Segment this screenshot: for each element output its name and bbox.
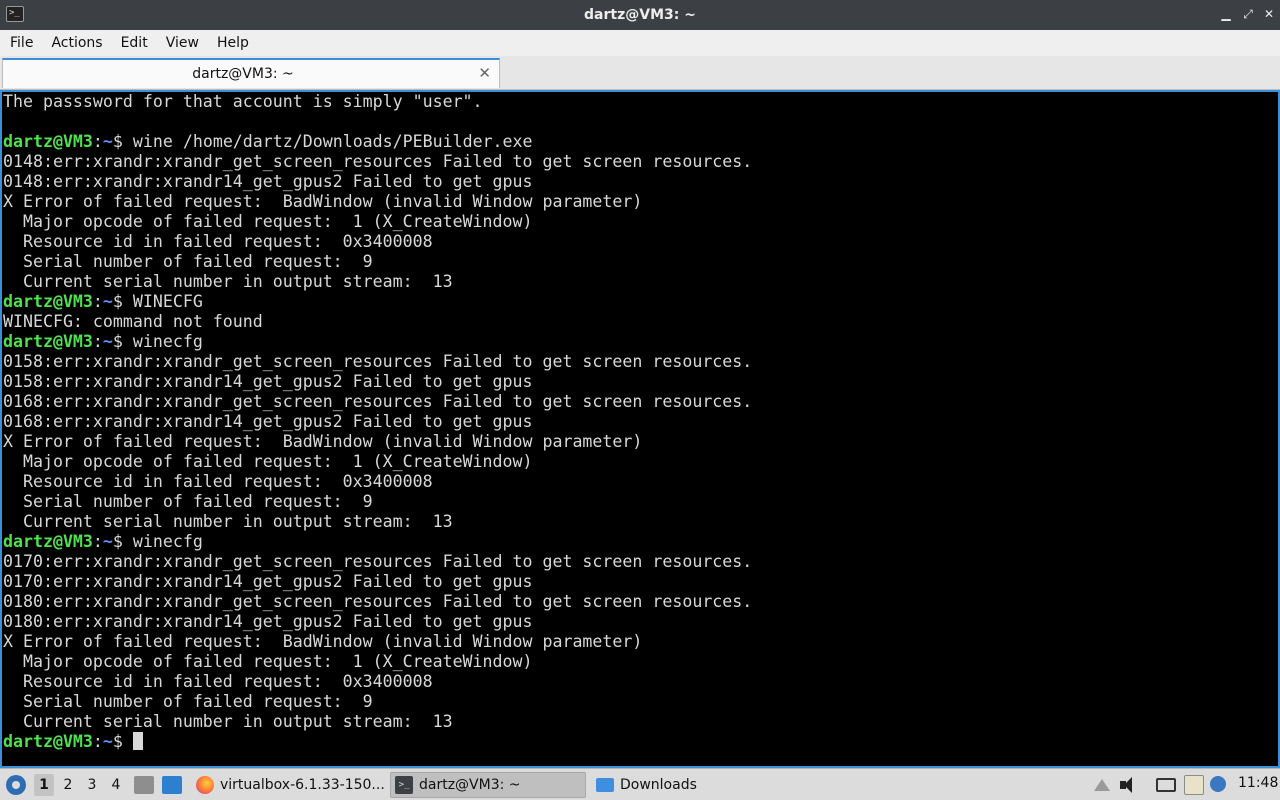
prompt-line: dartz@VM3:~$ [3, 732, 1278, 752]
output-line: Serial number of failed request: 9 [3, 692, 373, 711]
workspace-4[interactable]: 4 [106, 774, 126, 796]
prompt-path: ~ [102, 332, 113, 351]
output-line: X Error of failed request: BadWindow (in… [3, 432, 643, 451]
output-line: Major opcode of failed request: 1 (X_Cre… [3, 212, 533, 231]
close-icon[interactable]: ✕ [1261, 6, 1277, 22]
prompt-path: ~ [102, 532, 113, 551]
output-line: Resource id in failed request: 0x3400008 [3, 232, 433, 251]
output-line: 0170:err:xrandr:xrandr14_get_gpus2 Faile… [3, 572, 533, 591]
clipboard-icon[interactable] [1184, 775, 1204, 795]
output-line: X Error of failed request: BadWindow (in… [3, 632, 643, 651]
output-line: The passsword for that account is simply… [3, 92, 483, 111]
output-line: Resource id in failed request: 0x3400008 [3, 672, 433, 691]
output-line: 0148:err:xrandr:xrandr14_get_gpus2 Faile… [3, 172, 533, 191]
tab-bar: dartz@VM3: ~ ✕ [0, 56, 1280, 90]
prompt-user: dartz@VM3 [3, 532, 93, 551]
prompt-path: ~ [102, 732, 113, 751]
output-line: Major opcode of failed request: 1 (X_Cre… [3, 452, 533, 471]
workspace-3[interactable]: 3 [82, 774, 102, 796]
start-menu-icon[interactable] [6, 775, 26, 795]
prompt-line: dartz@VM3:~$ winecfg [3, 532, 1278, 552]
prompt-line: dartz@VM3:~$ wine /home/dartz/Downloads/… [3, 132, 1278, 152]
output-line: Serial number of failed request: 9 [3, 252, 373, 271]
file-manager-launcher-icon[interactable] [134, 776, 154, 794]
menu-bar: File Actions Edit View Help [0, 30, 1280, 56]
prompt-line: dartz@VM3:~$ WINECFG [3, 292, 1278, 312]
output-line: Serial number of failed request: 9 [3, 492, 373, 511]
prompt-path: ~ [102, 292, 113, 311]
window-titlebar[interactable]: >_ dartz@VM3: ~ ▁ ⤢ ✕ [0, 0, 1280, 30]
output-line: X Error of failed request: BadWindow (in… [3, 192, 643, 211]
output-line: 0158:err:xrandr:xrandr14_get_gpus2 Faile… [3, 372, 533, 391]
network-icon[interactable] [1156, 778, 1176, 792]
command-text: wine /home/dartz/Downloads/PEBuilder.exe [132, 132, 533, 151]
command-text: winecfg [132, 332, 203, 351]
output-line: Resource id in failed request: 0x3400008 [3, 472, 433, 491]
prompt-symbol: $ [112, 532, 133, 551]
folder-icon [596, 778, 614, 792]
taskbar: 1 2 3 4 virtualbox-6.1.33-150... >_ dart… [0, 768, 1280, 800]
output-line: 0168:err:xrandr:xrandr_get_screen_resour… [3, 392, 753, 411]
volume-icon[interactable] [1118, 775, 1138, 795]
terminal-icon: >_ [6, 6, 24, 22]
output-line: Current serial number in output stream: … [3, 512, 453, 531]
prompt-colon: : [92, 732, 103, 751]
prompt-colon: : [92, 132, 103, 151]
output-line: 0158:err:xrandr:xrandr_get_screen_resour… [3, 352, 753, 371]
task-label: Downloads [620, 777, 697, 793]
prompt-symbol: $ [112, 732, 133, 751]
task-downloads[interactable]: Downloads [592, 772, 788, 798]
tray-expand-icon[interactable] [1094, 779, 1110, 791]
output-line: Current serial number in output stream: … [3, 272, 453, 291]
task-label: virtualbox-6.1.33-150... [220, 777, 384, 793]
task-terminal[interactable]: >_ dartz@VM3: ~ [390, 772, 586, 798]
prompt-user: dartz@VM3 [3, 732, 93, 751]
firefox-icon [196, 776, 214, 794]
minimize-icon[interactable]: ▁ [1218, 6, 1234, 22]
workspace-1[interactable]: 1 [34, 774, 54, 796]
task-label: dartz@VM3: ~ [419, 777, 521, 793]
output-line: 0180:err:xrandr:xrandr_get_screen_resour… [3, 592, 753, 611]
command-text: winecfg [132, 532, 203, 551]
prompt-user: dartz@VM3 [3, 332, 93, 351]
prompt-user: dartz@VM3 [3, 292, 93, 311]
output-line: Major opcode of failed request: 1 (X_Cre… [3, 652, 533, 671]
prompt-user: dartz@VM3 [3, 132, 93, 151]
output-line: 0170:err:xrandr:xrandr_get_screen_resour… [3, 552, 753, 571]
clock[interactable]: 11:48 [1238, 775, 1278, 791]
tab-label: dartz@VM3: ~ [192, 66, 294, 82]
prompt-colon: : [92, 292, 103, 311]
menu-edit[interactable]: Edit [113, 35, 156, 51]
output-line: 0180:err:xrandr:xrandr14_get_gpus2 Faile… [3, 612, 533, 631]
show-desktop-icon[interactable] [162, 776, 182, 794]
prompt-symbol: $ [112, 292, 133, 311]
command-text: WINECFG [132, 292, 203, 311]
menu-view[interactable]: View [158, 35, 207, 51]
prompt-line: dartz@VM3:~$ winecfg [3, 332, 1278, 352]
maximize-icon[interactable]: ⤢ [1240, 6, 1256, 22]
terminal-output[interactable]: The passsword for that account is simply… [0, 90, 1280, 768]
output-line: Current serial number in output stream: … [3, 712, 453, 731]
menu-actions[interactable]: Actions [43, 35, 110, 51]
window-title: dartz@VM3: ~ [584, 7, 696, 23]
output-line: WINECFG: command not found [3, 312, 263, 331]
prompt-colon: : [92, 532, 103, 551]
menu-help[interactable]: Help [209, 35, 257, 51]
text-cursor [132, 732, 143, 750]
terminal-icon: >_ [395, 776, 413, 794]
prompt-symbol: $ [112, 132, 133, 151]
menu-file[interactable]: File [2, 35, 41, 51]
output-line: 0148:err:xrandr:xrandr_get_screen_resour… [3, 152, 753, 171]
workspace-2[interactable]: 2 [58, 774, 78, 796]
output-line: 0168:err:xrandr:xrandr14_get_gpus2 Faile… [3, 412, 533, 431]
updates-icon[interactable] [1210, 776, 1226, 792]
prompt-symbol: $ [112, 332, 133, 351]
task-firefox[interactable]: virtualbox-6.1.33-150... [192, 772, 384, 798]
tab-terminal[interactable]: dartz@VM3: ~ ✕ [2, 58, 500, 88]
prompt-path: ~ [102, 132, 113, 151]
tab-close-icon[interactable]: ✕ [478, 64, 491, 82]
prompt-colon: : [92, 332, 103, 351]
